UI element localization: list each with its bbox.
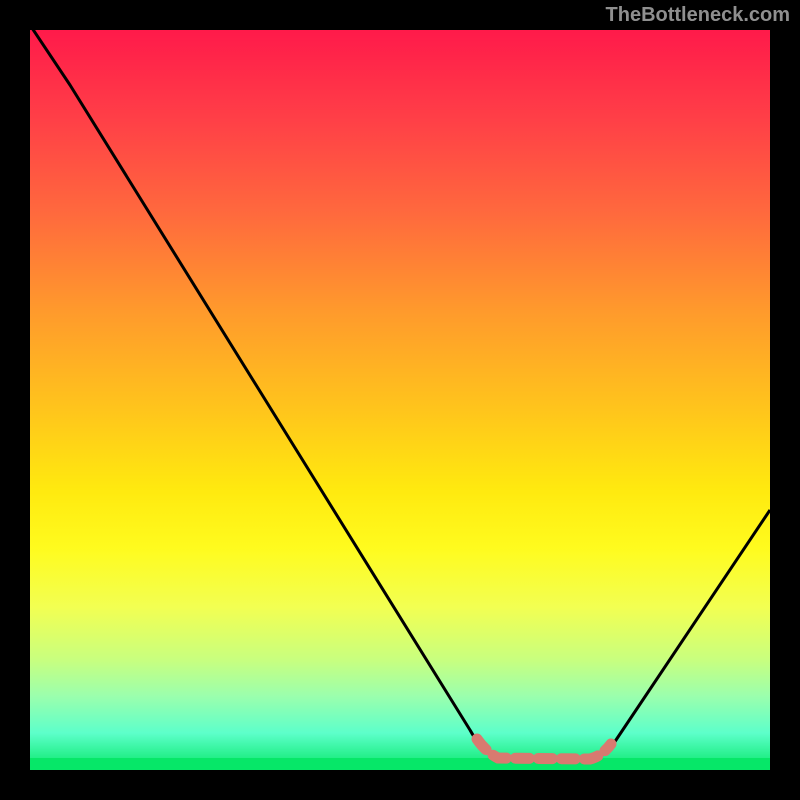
bottleneck-curve bbox=[30, 30, 770, 760]
chart-container: TheBottleneck.com bbox=[0, 0, 800, 800]
optimal-range-marker bbox=[477, 739, 611, 759]
curve-layer bbox=[30, 30, 770, 770]
plot-area bbox=[30, 30, 770, 770]
attribution-text: TheBottleneck.com bbox=[606, 4, 790, 27]
